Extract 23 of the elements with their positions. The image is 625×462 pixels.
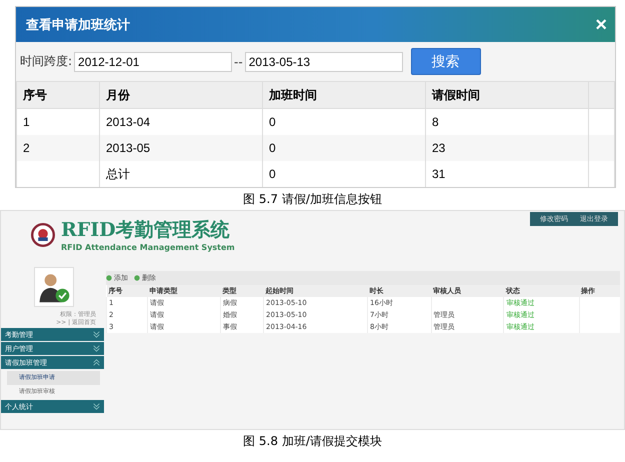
table-cell: 31 bbox=[426, 161, 588, 187]
figure-caption: 图 5.8 加班/请假提交模块 bbox=[242, 433, 383, 450]
close-button[interactable]: × bbox=[595, 14, 607, 34]
date-separator: -- bbox=[234, 54, 243, 68]
column-header: 加班时间 bbox=[262, 82, 426, 108]
app-title: RFID考勤管理系统 bbox=[61, 218, 231, 243]
column-header: 月份 bbox=[100, 82, 262, 108]
table-cell: 23 bbox=[426, 135, 588, 161]
table-cell: 2013-05 bbox=[100, 135, 262, 161]
emblem-icon bbox=[31, 223, 55, 247]
date-from-field[interactable]: 2012-12-01 bbox=[74, 52, 232, 72]
app-subtitle: RFID Attendance Management System bbox=[61, 243, 236, 252]
filter-label: 时间跨度: bbox=[20, 53, 72, 70]
table-cell: 0 bbox=[262, 161, 426, 187]
date-to-field[interactable]: 2013-05-13 bbox=[244, 52, 403, 72]
column-header: 请假时间 bbox=[426, 82, 588, 108]
table-cell: 总计 bbox=[100, 161, 262, 187]
table-cell: 0 bbox=[262, 135, 426, 161]
column-header: 序号 bbox=[16, 82, 100, 108]
dialog-title: 查看申请加班统计 bbox=[26, 16, 130, 34]
search-button[interactable]: 搜索 bbox=[410, 48, 481, 75]
table-cell: 2 bbox=[16, 135, 100, 161]
figure-caption: 图 5.7 请假/加班信息按钮 bbox=[242, 191, 383, 208]
